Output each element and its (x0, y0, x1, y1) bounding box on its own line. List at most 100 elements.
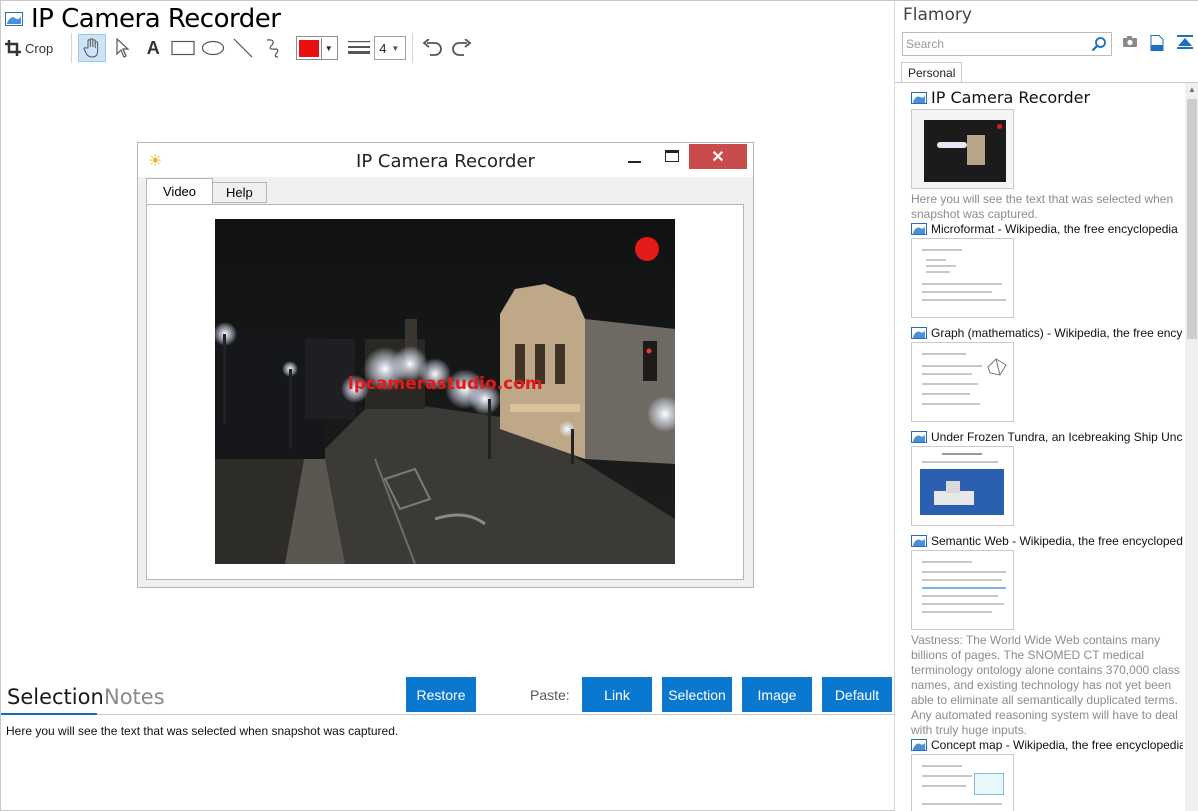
close-icon: ✕ (689, 144, 747, 169)
crop-label: Crop (25, 40, 54, 56)
text-tool-button[interactable]: A (140, 34, 166, 62)
color-picker[interactable]: ▼ (296, 36, 339, 60)
list-item-title: Graph (mathematics) - Wikipedia, the fre… (931, 326, 1183, 340)
freehand-tool-button[interactable] (260, 34, 286, 62)
document-icon[interactable] (1150, 35, 1164, 51)
list-item[interactable]: Graph (mathematics) - Wikipedia, the fre… (911, 326, 1183, 422)
snapshot-window-title: IP Camera Recorder (356, 151, 535, 172)
list-item[interactable]: Concept map - Wikipedia, the free encycl… (911, 738, 1183, 811)
list-item[interactable]: Semantic Web - Wikipedia, the free encyc… (911, 534, 1183, 738)
chevron-down-icon: ▼ (391, 43, 400, 53)
paste-link-button[interactable]: Link (582, 677, 652, 712)
list-item-description: Vastness: The World Wide Web contains ma… (911, 633, 1180, 737)
active-tab-indicator (1, 713, 97, 715)
search-icon[interactable] (1091, 36, 1107, 52)
text-icon: A (146, 37, 160, 58)
tab-personal[interactable]: Personal (901, 62, 963, 83)
pointer-icon (116, 38, 130, 58)
crop-button[interactable]: Crop (5, 34, 61, 62)
tab-selection[interactable]: Selection (7, 685, 104, 709)
snapshot-icon (911, 223, 927, 235)
paste-default-button[interactable]: Default (822, 677, 892, 712)
maximize-icon (665, 150, 679, 162)
line-width-value: 4 (379, 40, 387, 56)
snapshot-icon (911, 327, 927, 339)
line-icon (233, 38, 253, 58)
selection-text: Here you will see the text that was sele… (6, 724, 399, 738)
line-width-icon (348, 41, 371, 54)
tab-notes[interactable]: Notes (104, 685, 165, 709)
snapshot-icon (911, 91, 927, 104)
snapshot-titlebar: ☀ IP Camera Recorder ✕ (138, 143, 753, 177)
list-item-title: IP Camera Recorder (931, 88, 1091, 107)
snapshot-icon (911, 431, 927, 443)
ellipse-tool-button[interactable] (200, 34, 226, 62)
list-item-header: Semantic Web - Wikipedia, the free encyc… (911, 534, 1183, 548)
paste-label: Paste: (530, 687, 570, 703)
line-width-picker[interactable]: 4 ▼ (348, 36, 407, 60)
flamory-panel: Flamory Search Personal IP Camera Record… (894, 1, 1198, 811)
list-item-title: Under Frozen Tundra, an Icebreaking Ship… (931, 430, 1183, 444)
snapshot-icon (911, 535, 927, 547)
list-item-title: Concept map - Wikipedia, the free encycl… (931, 738, 1183, 752)
color-swatch (299, 39, 320, 57)
redo-button[interactable] (449, 34, 475, 62)
freehand-icon (267, 39, 279, 58)
snapshot-thumbnail (911, 550, 1014, 630)
scroll-thumb[interactable] (1187, 99, 1197, 339)
list-scrollbar[interactable]: ▲ (1185, 83, 1198, 811)
snapshot-thumbnail (911, 754, 1014, 811)
list-item[interactable]: IP Camera Recorder Here you will see the… (911, 88, 1183, 222)
snapshot-list: IP Camera Recorder Here you will see the… (895, 83, 1183, 811)
collapse-top-icon[interactable] (1177, 35, 1193, 49)
search-input[interactable]: Search (902, 32, 1112, 56)
chevron-down-icon: ▼ (321, 37, 335, 59)
graph-figure (987, 358, 1007, 376)
select-tool-button[interactable] (110, 34, 136, 62)
panel-title: Flamory (903, 5, 972, 25)
app-icon (5, 12, 23, 26)
line-width-select[interactable]: 4 ▼ (374, 36, 407, 60)
list-item-title: Microformat - Wikipedia, the free encycl… (931, 222, 1178, 236)
toolbar-divider (71, 33, 73, 63)
search-placeholder: Search (906, 37, 945, 51)
snapshot-tabs: Video Help (146, 178, 267, 205)
page-title: IP Camera Recorder (31, 4, 281, 34)
toolbar: Crop A ▼ 4 ▼ (5, 33, 479, 63)
crop-icon (5, 40, 21, 56)
snapshot-thumbnail (911, 446, 1014, 526)
main-area: IP Camera Recorder Crop A ▼ 4 ▼ ☀ IP Cam… (1, 1, 894, 811)
rectangle-tool-button[interactable] (170, 34, 196, 62)
snapshot-tab-video: Video (146, 178, 214, 204)
scroll-up-icon[interactable]: ▲ (1188, 85, 1196, 94)
hand-icon (83, 38, 99, 58)
record-indicator (635, 237, 659, 261)
toolbar-divider (412, 33, 414, 63)
line-tool-button[interactable] (230, 34, 256, 62)
hand-tool-button[interactable] (78, 34, 107, 62)
ellipse-icon (202, 40, 225, 56)
rectangle-icon (171, 40, 195, 56)
undo-button[interactable] (419, 34, 445, 62)
snapshot-tab-help: Help (212, 182, 267, 203)
snapshot-thumbnail (911, 109, 1014, 189)
camera-watermark: ipcamerastudio.com (348, 374, 543, 394)
title-row: IP Camera Recorder (5, 4, 281, 34)
camera-feed-image: ipcamerastudio.com (215, 219, 675, 564)
list-item[interactable]: Under Frozen Tundra, an Icebreaking Ship… (911, 430, 1183, 526)
list-item-header: Graph (mathematics) - Wikipedia, the fre… (911, 326, 1183, 340)
paste-image-button[interactable]: Image (742, 677, 812, 712)
snapshot-thumbnail (911, 342, 1014, 422)
restore-button[interactable]: Restore (406, 677, 476, 712)
list-item[interactable]: Microformat - Wikipedia, the free encycl… (911, 222, 1183, 318)
list-item-header: IP Camera Recorder (911, 88, 1183, 107)
minimize-icon (625, 147, 645, 167)
snapshot-video-pane: ipcamerastudio.com (146, 204, 744, 580)
list-item-header: Concept map - Wikipedia, the free encycl… (911, 738, 1183, 752)
list-item-title: Semantic Web - Wikipedia, the free encyc… (931, 534, 1183, 548)
snapshot-icon (911, 739, 927, 751)
snapshot-image[interactable]: ☀ IP Camera Recorder ✕ Video Help ipcame… (137, 142, 754, 588)
paste-selection-button[interactable]: Selection (662, 677, 732, 712)
camera-icon[interactable] (1122, 35, 1138, 49)
undo-icon (422, 39, 443, 56)
